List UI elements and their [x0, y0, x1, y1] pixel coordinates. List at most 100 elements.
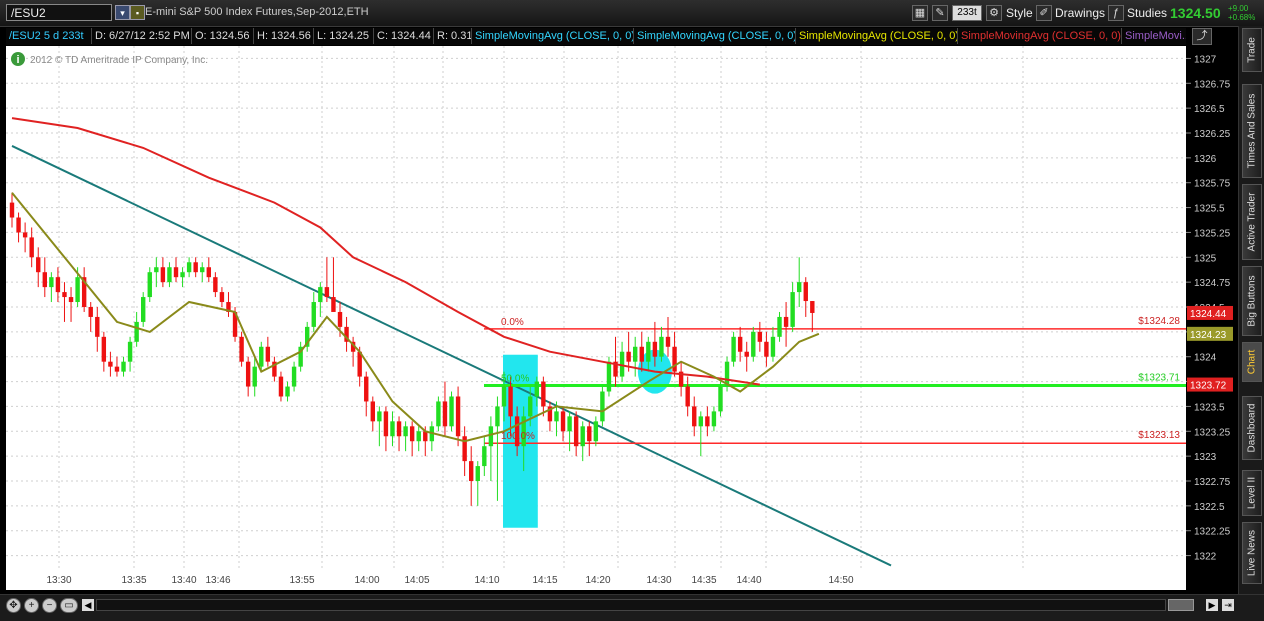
candle-body: [757, 331, 763, 342]
info-low: L: 1324.25: [314, 28, 374, 44]
candle-body: [291, 366, 297, 387]
price-tick-label: 1323: [1194, 452, 1217, 463]
candle-body: [606, 361, 612, 392]
time-tick-label: 14:00: [354, 575, 379, 586]
candle-body: [567, 416, 572, 432]
candle-body: [29, 237, 34, 258]
price-tick-label: 1327: [1194, 54, 1217, 65]
price-tick-label: 1325.25: [1194, 228, 1231, 239]
candle-body: [259, 346, 264, 367]
candle-body: [626, 351, 631, 362]
candle-body: [331, 297, 336, 312]
candle-body: [593, 421, 599, 442]
study-label-sma-4[interactable]: SimpleMovingAvg (CLOSE, 0, 0): [958, 28, 1122, 44]
study-label-sma-2[interactable]: SimpleMovingAvg (CLOSE, 0, 0): [634, 28, 796, 44]
candle-body: [390, 421, 395, 437]
zoom-fit-icon[interactable]: ▭: [60, 598, 78, 613]
sidebar-tab-label: Chart: [1246, 349, 1258, 375]
candle-body: [101, 336, 107, 362]
candle-body: [482, 446, 487, 467]
candle-body: [783, 316, 789, 327]
candle-body: [383, 411, 389, 437]
price-tick-label: 1326.5: [1194, 104, 1225, 115]
scroll-end-icon[interactable]: ⇥: [1222, 599, 1234, 611]
candle-body: [16, 217, 21, 233]
info-high: H: 1324.56: [254, 28, 314, 44]
sidebar-tab-dashboard[interactable]: Dashboard: [1242, 396, 1262, 460]
candle-body: [469, 461, 474, 481]
candle-body: [560, 411, 566, 432]
study-label-sma-3[interactable]: SimpleMovingAvg (CLOSE, 0, 0): [796, 28, 958, 44]
candle-body: [751, 331, 756, 357]
info-close: C: 1324.44: [374, 28, 434, 44]
candle-body: [36, 257, 41, 273]
scroll-left-icon[interactable]: ◀: [82, 599, 94, 611]
symbol-dropdown-icon[interactable]: ▾: [115, 5, 130, 20]
symbol-link-icon[interactable]: ▪: [130, 5, 145, 20]
study-label-sma-1[interactable]: SimpleMovingAvg (CLOSE, 0, 0): [472, 28, 634, 44]
price-chart[interactable]: 1327 1326.75 1326.5 1326.25 1326 1325.75 1325.…: [6, 46, 1238, 590]
aggregation-button[interactable]: 233t: [952, 5, 982, 21]
price-tick-label: 1325.5: [1194, 204, 1225, 215]
info-icon-glyph: i: [16, 54, 19, 66]
candle-body: [803, 282, 808, 302]
candle-body: [580, 426, 585, 447]
sidebar-tab-active-trader[interactable]: Active Trader: [1242, 184, 1262, 260]
style-icon[interactable]: ⚙: [986, 5, 1002, 21]
sidebar-tab-times-and-sales[interactable]: Times And Sales: [1242, 84, 1262, 178]
chart-scrollbar[interactable]: [96, 599, 1166, 611]
candle-body: [42, 272, 47, 288]
symbol-input[interactable]: /ESU2: [6, 4, 112, 21]
price-tick-label: 1322: [1194, 552, 1217, 563]
candle-body: [141, 297, 146, 322]
studies-button[interactable]: Studies: [1127, 5, 1167, 22]
pan-icon[interactable]: ✥: [6, 598, 21, 613]
zoom-in-icon[interactable]: +: [24, 598, 39, 613]
price-tick-label: 1322.25: [1194, 527, 1231, 538]
chart-expand-icon[interactable]: ⤴: [1192, 28, 1212, 45]
candle-body: [764, 341, 769, 357]
sidebar-tab-trade[interactable]: Trade: [1242, 28, 1262, 72]
time-tick-label: 13:30: [46, 575, 71, 586]
candle-body: [573, 416, 579, 447]
sidebar-tab-chart[interactable]: Chart: [1242, 342, 1262, 382]
time-tick-label: 14:15: [532, 575, 557, 586]
sidebar-tab-label: Big Buttons: [1246, 275, 1258, 327]
candle-body: [9, 202, 15, 218]
candle-body: [278, 376, 284, 397]
wrench-icon[interactable]: ✎: [932, 5, 948, 21]
scrollbar-thumb[interactable]: [1168, 599, 1194, 611]
fibonacci-price-label: $1324.28: [1138, 316, 1180, 327]
candle-body: [127, 341, 133, 362]
copyright-text: 2012 © TD Ameritrade IP Company, Inc.: [30, 55, 208, 66]
candle-body: [324, 287, 330, 298]
scroll-right-icon[interactable]: ▶: [1206, 599, 1218, 611]
candle-body: [718, 386, 723, 412]
candle-body: [186, 262, 192, 273]
drawings-button[interactable]: Drawings: [1055, 5, 1105, 22]
candle-body: [377, 411, 382, 422]
candle-body: [455, 396, 461, 437]
candle-body: [245, 361, 251, 387]
study-label-sma-5[interactable]: SimpleMovi...: [1122, 28, 1186, 44]
style-button[interactable]: Style: [1006, 5, 1033, 22]
right-sidebar: Trade Times And Sales Active Trader Big …: [1238, 26, 1264, 594]
info-range: R: 0.31: [434, 28, 472, 44]
sidebar-tab-label: Dashboard: [1246, 403, 1258, 453]
candle-body: [154, 267, 159, 273]
candle-body: [711, 411, 717, 427]
candle-body: [252, 366, 257, 387]
chart-settings-icon[interactable]: ▦: [912, 5, 928, 21]
studies-icon[interactable]: ƒ: [1108, 5, 1124, 21]
sidebar-tab-level-ii[interactable]: Level II: [1242, 470, 1262, 516]
candle-body: [396, 421, 402, 437]
zoom-out-icon[interactable]: −: [42, 598, 57, 613]
candle-body: [495, 406, 500, 427]
sidebar-tab-big-buttons[interactable]: Big Buttons: [1242, 266, 1262, 336]
sidebar-tab-live-news[interactable]: Live News: [1242, 522, 1262, 584]
price-tick-label: 1324: [1194, 353, 1217, 364]
candle-body: [200, 267, 205, 273]
drawings-icon[interactable]: ✐: [1036, 5, 1052, 21]
candle-body: [692, 406, 697, 427]
candle-body: [403, 426, 408, 437]
